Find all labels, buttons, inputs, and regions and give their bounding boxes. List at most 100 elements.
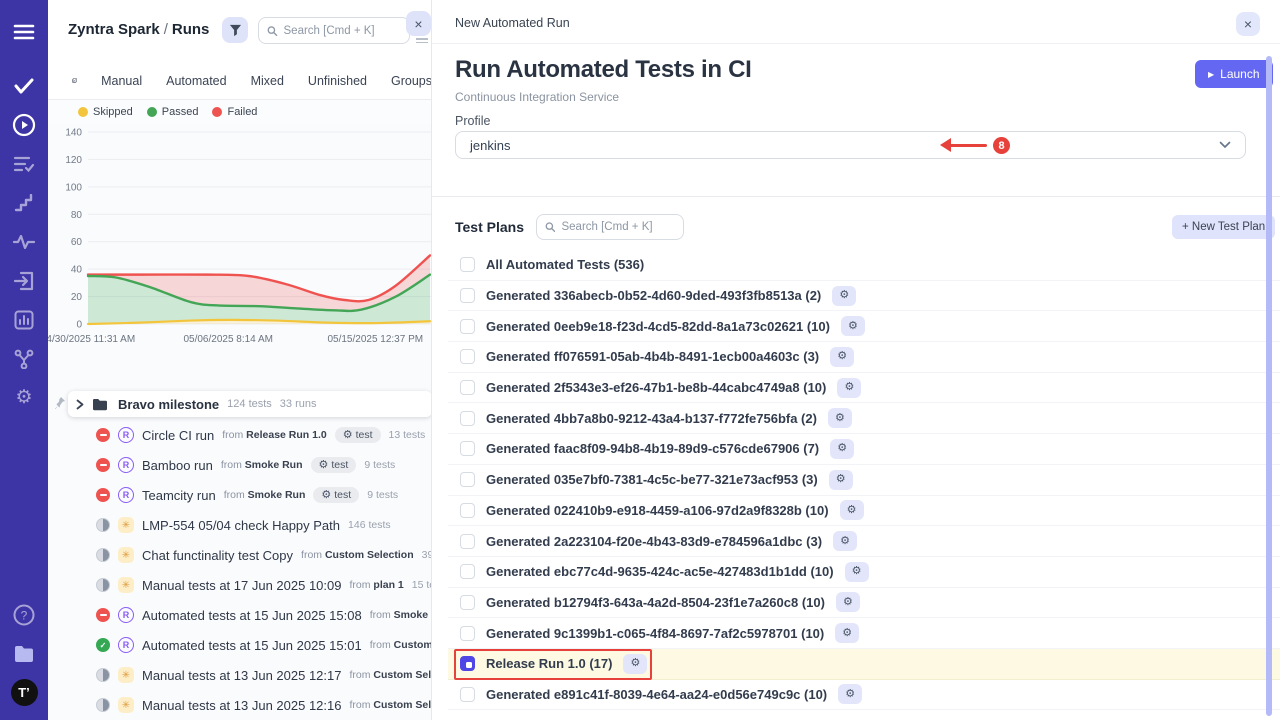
manual-run-icon: ✳ xyxy=(118,697,134,713)
checkbox-checked[interactable] xyxy=(460,656,475,671)
test-plan-settings-button[interactable]: ⚙ xyxy=(829,470,853,490)
test-plan-settings-button[interactable]: ⚙ xyxy=(830,439,854,459)
test-plan-row[interactable]: Generated 2a223104-f20e-4b43-83d9-e78459… xyxy=(448,526,1280,557)
test-badge[interactable]: ⚙test xyxy=(313,487,359,503)
import-icon[interactable] xyxy=(0,261,48,300)
settings-gear-icon[interactable]: ⚙ xyxy=(0,378,48,417)
reports-icon[interactable] xyxy=(0,300,48,339)
checkbox[interactable] xyxy=(460,257,475,272)
test-plans-search-input[interactable] xyxy=(561,221,675,233)
checkbox[interactable] xyxy=(460,564,475,579)
status-passed-icon: ✓ xyxy=(96,638,110,652)
play-circle-icon[interactable] xyxy=(0,105,48,144)
checkbox[interactable] xyxy=(460,288,475,303)
test-plan-settings-button[interactable]: ⚙ xyxy=(835,623,859,643)
test-plans-search[interactable] xyxy=(536,214,684,240)
checkbox[interactable] xyxy=(460,626,475,641)
integrations-icon[interactable] xyxy=(0,339,48,378)
milestone-row[interactable]: Bravo milestone 124 tests 33 runs xyxy=(68,391,432,417)
test-badge[interactable]: ⚙test xyxy=(335,427,381,443)
test-plan-row[interactable]: Generated ebc77c4d-9635-424c-ac5e-427483… xyxy=(448,557,1280,588)
help-icon[interactable]: ? xyxy=(0,595,48,634)
run-row[interactable]: RBamboo runfrom Smoke Run⚙test9 tests xyxy=(48,450,432,480)
run-row[interactable]: ✳Manual tests at 17 Jun 2025 10:09from p… xyxy=(48,570,432,600)
checkbox[interactable] xyxy=(460,534,475,549)
test-plan-settings-button[interactable]: ⚙ xyxy=(832,286,856,306)
test-plan-row[interactable]: Generated ff076591-05ab-4b4b-8491-1ecb00… xyxy=(448,342,1280,373)
steps-icon[interactable] xyxy=(0,183,48,222)
test-plan-row[interactable]: Generated 0eeb9e18-f23d-4cd5-82dd-8a1a73… xyxy=(448,311,1280,342)
test-plan-row[interactable]: Generated 2f5343e3-ef26-47b1-be8b-44cabc… xyxy=(448,373,1280,404)
test-plan-settings-button[interactable]: ⚙ xyxy=(841,316,865,336)
profile-select[interactable]: jenkins xyxy=(455,131,1246,159)
tab-groups[interactable]: Groups xyxy=(391,74,432,88)
test-plan-settings-button[interactable]: ⚙ xyxy=(840,500,864,520)
list-check-icon[interactable] xyxy=(0,144,48,183)
test-plan-settings-button[interactable]: ⚙ xyxy=(837,378,861,398)
brand-logo[interactable]: T’ xyxy=(0,673,48,712)
checkbox[interactable] xyxy=(460,441,475,456)
runs-search[interactable] xyxy=(258,17,410,44)
test-plan-row[interactable]: All Automated Tests (536) xyxy=(448,250,1280,281)
test-plan-row[interactable]: Generated 035e7bf0-7381-4c5c-be77-321e73… xyxy=(448,465,1280,496)
test-plan-row[interactable]: Generated 022410b9-e918-4459-a106-97d2a9… xyxy=(448,496,1280,527)
test-plan-settings-button[interactable]: ⚙ xyxy=(836,592,860,612)
check-icon[interactable] xyxy=(0,66,48,105)
checkbox[interactable] xyxy=(460,595,475,610)
run-name: Teamcity run xyxy=(142,488,216,503)
test-badge[interactable]: ⚙test xyxy=(311,457,357,473)
test-plan-row[interactable]: Generated e891c41f-8039-4e64-aa24-e0d56e… xyxy=(448,680,1280,711)
breadcrumb-separator: / xyxy=(160,21,172,38)
test-plan-row[interactable]: Generated b12794f3-643a-4a2d-8504-23f1e7… xyxy=(448,588,1280,619)
test-plan-row[interactable]: Release Run 1.0 (17)⚙ xyxy=(448,649,1280,680)
menu-icon[interactable] xyxy=(0,12,48,51)
launch-button[interactable]: ▶ Launch xyxy=(1195,60,1273,88)
tab-manual[interactable]: Manual xyxy=(101,74,142,88)
tab-unfinished[interactable]: Unfinished xyxy=(308,74,367,88)
runs-panel-close-button[interactable]: × xyxy=(406,11,431,36)
breadcrumb-project[interactable]: Zyntra Spark xyxy=(68,21,160,38)
tab-automated[interactable]: Automated xyxy=(166,74,226,88)
drawer-close-button[interactable]: × xyxy=(1236,12,1260,36)
checkbox[interactable] xyxy=(460,380,475,395)
run-row[interactable]: RAutomated tests at 15 Jun 2025 15:08fro… xyxy=(48,600,432,630)
test-plan-settings-button[interactable]: ⚙ xyxy=(828,408,852,428)
legend-dot xyxy=(212,107,222,117)
app-root: ⚙ ? T’ Zyntra Spark/Runs × xyxy=(0,0,1280,720)
run-row[interactable]: ✳Manual tests at 13 Jun 2025 12:16from C… xyxy=(48,690,432,720)
right-panel-scrollbar[interactable] xyxy=(1266,56,1272,716)
test-plan-settings-button[interactable]: ⚙ xyxy=(838,684,862,704)
test-plan-row[interactable]: Generated 9c1399b1-c065-4f84-8697-7af2c5… xyxy=(448,618,1280,649)
close-icon: × xyxy=(1244,17,1252,31)
run-row[interactable]: ✳LMP-554 05/04 check Happy Path146 tests xyxy=(48,510,432,540)
runs-search-input[interactable] xyxy=(284,25,401,37)
gear-icon: ⚙ xyxy=(839,290,849,301)
test-plan-row[interactable]: Generated faac8f09-94b8-4b19-89d9-c576cd… xyxy=(448,434,1280,465)
checkbox[interactable] xyxy=(460,319,475,334)
filter-button[interactable] xyxy=(222,17,248,43)
select-all-icon[interactable] xyxy=(72,72,77,89)
checkbox[interactable] xyxy=(460,349,475,364)
test-plan-row[interactable]: Generated 336abecb-0b52-4d60-9ded-493f3f… xyxy=(448,281,1280,312)
test-plan-settings-button[interactable]: ⚙ xyxy=(833,531,857,551)
test-plan-settings-button[interactable]: ⚙ xyxy=(830,347,854,367)
new-test-plan-button[interactable]: + New Test Plan xyxy=(1172,215,1275,239)
documents-icon[interactable] xyxy=(0,634,48,673)
checkbox[interactable] xyxy=(460,472,475,487)
activity-icon[interactable] xyxy=(0,222,48,261)
chevron-right-icon[interactable] xyxy=(76,399,84,410)
run-row[interactable]: RCircle CI runfrom Release Run 1.0⚙test1… xyxy=(48,420,432,450)
test-plan-settings-button[interactable]: ⚙ xyxy=(845,562,869,582)
checkbox[interactable] xyxy=(460,503,475,518)
run-row[interactable]: ✳Chat functinality test Copyfrom Custom … xyxy=(48,540,432,570)
run-row[interactable]: ✳Manual tests at 13 Jun 2025 12:17from C… xyxy=(48,660,432,690)
test-plan-settings-button[interactable]: ⚙ xyxy=(623,654,647,674)
checkbox[interactable] xyxy=(460,411,475,426)
tab-mixed[interactable]: Mixed xyxy=(251,74,284,88)
legend-item-failed: Failed xyxy=(212,106,257,118)
checkbox[interactable] xyxy=(460,687,475,702)
test-plan-row[interactable]: Generated 4bb7a8b0-9212-43a4-b137-f772fe… xyxy=(448,403,1280,434)
manual-run-icon: ✳ xyxy=(118,547,134,563)
run-row[interactable]: ✓RAutomated tests at 15 Jun 2025 15:01fr… xyxy=(48,630,432,660)
run-row[interactable]: RTeamcity runfrom Smoke Run⚙test9 tests xyxy=(48,480,432,510)
